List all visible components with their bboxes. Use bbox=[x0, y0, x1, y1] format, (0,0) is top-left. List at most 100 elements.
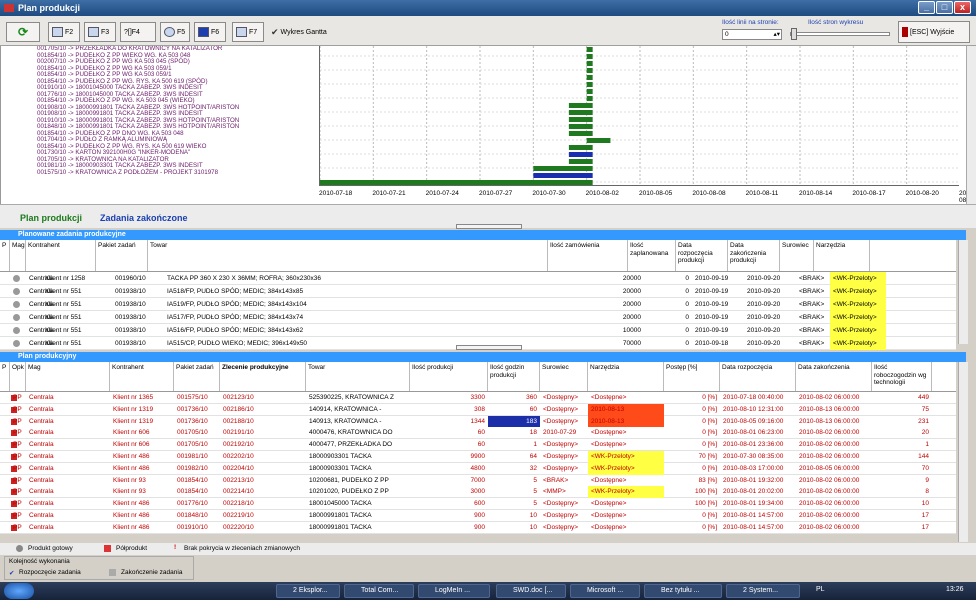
planned-row[interactable]: Centrala Klient nr 1258 001960/10 TACKA PP … bbox=[0, 272, 956, 285]
lines-per-page-input[interactable]: 0 ▴▾ bbox=[722, 29, 782, 40]
planned-col-header[interactable]: Surowiec bbox=[780, 240, 814, 271]
planned-col-header[interactable]: Towar bbox=[148, 240, 548, 271]
production-col-header[interactable]: Towar bbox=[306, 362, 410, 391]
production-col-header[interactable]: Surowiec bbox=[540, 362, 588, 391]
splitter-handle[interactable] bbox=[456, 224, 522, 229]
f6-button[interactable]: F6 bbox=[194, 22, 226, 42]
production-col-header[interactable]: Ilość roboczogodzin wg technologii bbox=[872, 362, 932, 391]
production-row[interactable]: PP Centrala Klient nr 606 001705/10 002191/1… bbox=[0, 427, 956, 440]
planned-scrollbar[interactable] bbox=[958, 240, 968, 344]
app-icon bbox=[4, 4, 14, 12]
f2-button[interactable]: F2 bbox=[48, 22, 80, 42]
production-cell-ds: 2010-08-01 19:34:00 bbox=[723, 500, 784, 508]
planned-cell: IA516/FP, PUDŁO SPÓD; MEDIC; 384x143x62 bbox=[167, 327, 304, 334]
production-row[interactable]: PP Centrala Klient nr 486 001776/10 002218/1… bbox=[0, 498, 956, 511]
production-row[interactable]: PP Centrala Klient nr 1365 001575/10 002123/… bbox=[0, 392, 956, 404]
refresh-button[interactable]: ⟳ bbox=[6, 22, 40, 42]
taskbar-item[interactable]: Total Com... bbox=[344, 584, 414, 598]
splitter-handle-2[interactable] bbox=[456, 345, 522, 350]
production-col-header[interactable]: Postęp [%] bbox=[664, 362, 720, 391]
planned-col-header[interactable]: Ilość zamówienia bbox=[548, 240, 628, 271]
production-col-header[interactable]: Mag bbox=[26, 362, 110, 391]
gantt-toggle[interactable]: ✔ Wykres Gantta bbox=[268, 22, 338, 42]
production-row[interactable]: PP Centrala Klient nr 1319 001736/10 002186/… bbox=[0, 403, 956, 416]
production-row[interactable]: PP Centrala Klient nr 486 001981/10 002202/1… bbox=[0, 451, 956, 463]
production-cell-n: <Dostępne> bbox=[591, 394, 627, 401]
planned-col-header[interactable]: Mag bbox=[10, 240, 26, 271]
production-col-header[interactable]: Ilość produkcji bbox=[410, 362, 488, 391]
gantt-task-list: 001705/10 -> PRZEKŁADKA DO KRATOWNICY NA… bbox=[37, 46, 307, 186]
taskbar-item[interactable]: Bez tytułu ... bbox=[644, 584, 722, 598]
close-button[interactable]: x bbox=[954, 1, 971, 14]
language-indicator[interactable]: PL bbox=[816, 586, 825, 593]
chart-scrollbar[interactable] bbox=[966, 46, 976, 204]
production-cell-rh: 17 bbox=[921, 523, 929, 531]
taskbar-item[interactable]: Microsoft ... bbox=[570, 584, 640, 598]
planned-cell: <BRAK> bbox=[799, 301, 825, 308]
production-cell-p: 001705/10 bbox=[177, 441, 208, 449]
production-cell-n: <Dostępne> bbox=[591, 512, 627, 519]
chart-pages-slider[interactable] bbox=[790, 28, 890, 40]
slider-thumb[interactable] bbox=[791, 28, 797, 40]
planned-col-header[interactable]: Ilość zaplanowana bbox=[628, 240, 676, 271]
production-row[interactable]: PP Centrala Klient nr 486 001910/10 002220/1… bbox=[0, 521, 956, 534]
production-cell-p: 001982/10 bbox=[177, 464, 208, 472]
production-row[interactable]: PP Centrala Klient nr 1319 001736/10 002188/… bbox=[0, 415, 956, 428]
planned-col-header[interactable]: P bbox=[0, 240, 10, 271]
gantt-bar bbox=[568, 145, 593, 150]
tab-plan[interactable]: Plan produkcji bbox=[20, 213, 82, 223]
taskbar-item[interactable]: SWD.doc [... bbox=[496, 584, 566, 598]
production-cell-de: 2010-08-02 06:00:00 bbox=[799, 394, 860, 401]
production-col-header[interactable]: Zlecenie produkcyjne bbox=[220, 362, 306, 391]
production-col-header[interactable]: Data rozpoczęcia bbox=[720, 362, 796, 391]
production-cell-pr: 0 [%] bbox=[702, 417, 717, 425]
taskbar-item[interactable]: LogMeIn ... bbox=[418, 584, 490, 598]
production-col-header[interactable]: Pakiet zadań bbox=[174, 362, 220, 391]
production-row[interactable]: PP Centrala Klient nr 93 001854/10 002213/10… bbox=[0, 474, 956, 487]
production-cell-z: 002220/10 bbox=[223, 523, 254, 531]
tab-done[interactable]: Zadania zakończone bbox=[100, 213, 188, 223]
production-col-header[interactable]: Ilość godzin produkcji bbox=[488, 362, 540, 391]
f5-button[interactable]: F5 bbox=[160, 22, 190, 42]
planned-col-header[interactable]: Data zakończenia produkcji bbox=[728, 240, 780, 271]
production-row[interactable]: PP Centrala Klient nr 93 001854/10 002214/10… bbox=[0, 486, 956, 499]
taskbar-item[interactable]: 2 Eksplor... bbox=[276, 584, 340, 598]
f7-button[interactable]: F7 bbox=[232, 22, 264, 42]
production-cell-s: <Dostępny> bbox=[543, 405, 579, 413]
production-cell-h: 5 bbox=[533, 476, 537, 484]
f3-button[interactable]: F3 bbox=[84, 22, 116, 42]
f4-button[interactable]: ?[]F4 bbox=[120, 22, 156, 42]
production-col-header[interactable]: Narzędzia bbox=[588, 362, 664, 391]
taskbar-item[interactable]: 2 System... bbox=[726, 584, 800, 598]
start-option[interactable]: Rozpoczęcie zadania bbox=[19, 569, 81, 576]
production-cell-h: 1 bbox=[533, 441, 537, 449]
planned-row[interactable]: Centrala Klient nr 551 001938/10 IA519/FP, … bbox=[0, 298, 956, 311]
planned-col-header[interactable]: Pakiet zadań bbox=[96, 240, 148, 271]
production-col-header[interactable]: P bbox=[0, 362, 10, 391]
planned-row[interactable]: Centrala Klient nr 551 001938/10 IA518/FP, … bbox=[0, 285, 956, 298]
production-scrollbar[interactable] bbox=[958, 362, 968, 542]
production-row[interactable]: PP Centrala Klient nr 606 001705/10 002192/1… bbox=[0, 439, 956, 452]
planned-col-header[interactable]: Kontrahent bbox=[26, 240, 96, 271]
production-col-header[interactable]: Data zakończenia bbox=[796, 362, 872, 391]
production-cell-t: 10200681, PUDEŁKO Z PP bbox=[309, 476, 389, 484]
print-icon bbox=[88, 27, 99, 37]
production-col-header[interactable]: Opk bbox=[10, 362, 26, 391]
exit-button[interactable]: [ESC] Wyjście bbox=[898, 21, 970, 43]
spin-icon[interactable]: ▴▾ bbox=[773, 30, 780, 39]
end-option[interactable]: Zakończenie zadania bbox=[121, 569, 182, 576]
start-button[interactable] bbox=[4, 583, 34, 599]
production-cell-de: 2010-08-13 06:00:00 bbox=[799, 405, 860, 413]
minimize-button[interactable]: _ bbox=[918, 1, 935, 14]
production-col-header[interactable]: Kontrahent bbox=[110, 362, 174, 391]
production-cell-de: 2010-08-02 06:00:00 bbox=[799, 488, 860, 496]
production-cell-n: <Dostępne> bbox=[591, 441, 627, 449]
planned-row[interactable]: Centrala Klient nr 551 001938/10 IA516/FP, … bbox=[0, 324, 956, 337]
production-row[interactable]: PP Centrala Klient nr 486 001982/10 002204/1… bbox=[0, 462, 956, 475]
planned-row[interactable]: Centrala Klient nr 551 001938/10 IA517/FP, … bbox=[0, 311, 956, 324]
maximize-button[interactable]: □ bbox=[936, 1, 953, 14]
ready-icon bbox=[16, 545, 23, 552]
production-row[interactable]: PP Centrala Klient nr 486 001848/10 002219/1… bbox=[0, 510, 956, 522]
planned-col-header[interactable]: Narzędzia bbox=[814, 240, 870, 271]
planned-col-header[interactable]: Data rozpoczęcia produkcji bbox=[676, 240, 728, 271]
